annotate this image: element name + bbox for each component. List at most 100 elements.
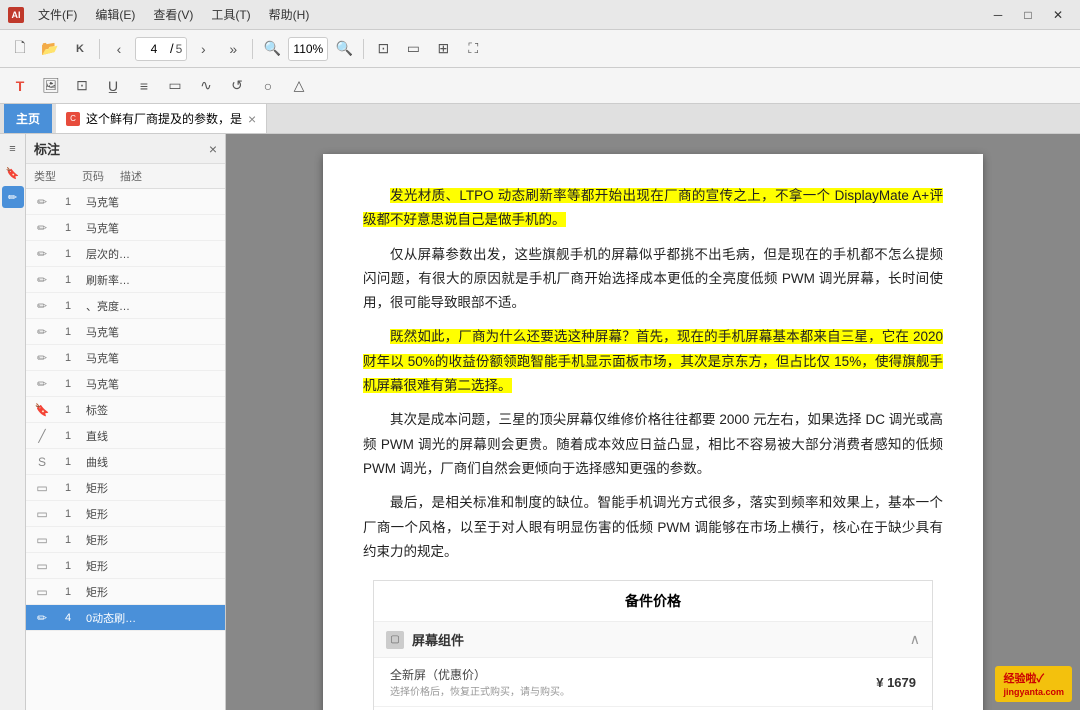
menu-item[interactable]: 文件(F) (30, 4, 85, 25)
curve-tool-button[interactable]: ∿ (192, 72, 220, 100)
annotation-type-icon: ✏ (34, 324, 50, 340)
main-layout: ≡ 🔖 ✏ 标注 × 类型 页码 描述 ✏1马克笔✏1马克笔✏1层次的…✏1刷新… (0, 134, 1080, 710)
minimize-button[interactable]: ─ (984, 3, 1012, 27)
watermark-text: 经验啦✓ (1003, 673, 1044, 685)
menu-item[interactable]: 工具(T) (203, 4, 258, 25)
page-separator: / (170, 41, 174, 56)
annotation-type-icon: ▭ (34, 584, 50, 600)
annotation-list-item[interactable]: ✏ 1 层次的… (26, 241, 225, 267)
highlight1: 发光材质、LTPO 动态刷新率等都开始出现在厂商的宣传之上，不拿一个 Displ… (363, 188, 943, 227)
annotation-desc: 刷新率… (86, 272, 217, 288)
circle-tool-button[interactable]: ○ (254, 72, 282, 100)
annotation-type-icon: ▭ (34, 558, 50, 574)
shortcut-k[interactable]: K (66, 35, 94, 63)
content-area[interactable]: 发光材质、LTPO 动态刷新率等都开始出现在厂商的宣传之上，不拿一个 Displ… (226, 134, 1080, 710)
underline-tool-button[interactable]: U̲ (99, 72, 127, 100)
annotation-desc: 马克笔 (86, 350, 217, 366)
page-input[interactable] (140, 42, 168, 56)
para3: 既然如此，厂商为什么还要选这种屏幕？首先，现在的手机屏幕基本都来自三星，它在 2… (363, 325, 943, 398)
bookmark-button[interactable]: 🔖 (2, 162, 24, 184)
open-button[interactable]: 📂 (36, 35, 64, 63)
fullscreen-button[interactable]: ⛶ (459, 35, 487, 63)
page-total: 5 (176, 42, 183, 56)
annotation-list-item[interactable]: ▭1矩形 (26, 501, 225, 527)
para5: 最后，是相关标准和制度的缺位。智能手机调光方式很多，落实到频率和效果上，基本一个… (363, 491, 943, 564)
annotation-desc: 直线 (86, 428, 217, 444)
annotation-page: 1 (58, 352, 78, 364)
zoom-in-button[interactable]: 🔍 (330, 35, 358, 63)
annotation-page: 1 (58, 222, 78, 234)
annotation-desc: 矩形 (86, 558, 217, 574)
annotation-type-icon: 🔖 (34, 402, 50, 418)
annotation-page: 1 (58, 456, 78, 468)
box-section: ▢ 屏幕组件 ∧ (374, 622, 932, 658)
tab-home[interactable]: 主页 (4, 104, 52, 133)
zoom-out-button[interactable]: 🔍 (258, 35, 286, 63)
annotation-page: 4 (58, 612, 78, 624)
watermark: 经验啦✓ jingyanta.com (995, 666, 1072, 702)
zoom-input[interactable] (288, 37, 328, 61)
collapse-icon[interactable]: ∧ (910, 631, 920, 648)
annotation-list-item[interactable]: ✏1马克笔 (26, 345, 225, 371)
annotation-type-icon: ✏ (34, 194, 50, 210)
annotation-list-item[interactable]: ✏1刷新率… (26, 267, 225, 293)
para1: 发光材质、LTPO 动态刷新率等都开始出现在厂商的宣传之上，不拿一个 Displ… (363, 184, 943, 233)
format-tool-button[interactable]: ≡ (130, 72, 158, 100)
tab-document[interactable]: C 这个鲜有厂商提及的参数，是 × (56, 104, 267, 133)
annotation-list-item[interactable]: S1曲线 (26, 449, 225, 475)
annotation-list-item[interactable]: ▭1矩形 (26, 553, 225, 579)
maximize-button[interactable]: □ (1014, 3, 1042, 27)
pdf-page: 发光材质、LTPO 动态刷新率等都开始出现在厂商的宣传之上，不拿一个 Displ… (323, 154, 983, 710)
annotation-type-icon: ✏ (34, 246, 50, 262)
rotate-tool-button[interactable]: ↺ (223, 72, 251, 100)
annotation-desc: 、亮度… (86, 298, 217, 314)
annotation-list-item[interactable]: 🔖1标签 (26, 397, 225, 423)
annotation-list-item[interactable]: ✏40动态刷… (26, 605, 225, 631)
annotation-list-item[interactable]: ▭1矩形 (26, 579, 225, 605)
item1-price: ¥ 1679 (876, 675, 916, 690)
app-icon: AI (8, 7, 24, 23)
toc-button[interactable]: ≡ (2, 138, 24, 160)
nav-last-button[interactable]: » (219, 35, 247, 63)
annotation-list-item[interactable]: ✏1、亮度… (26, 293, 225, 319)
annotation-page: 1 (58, 196, 78, 208)
left-icon-strip: ≡ 🔖 ✏ (0, 134, 26, 710)
annotation-list-item[interactable]: ▭1矩形 (26, 527, 225, 553)
col-type: 类型 (34, 168, 74, 184)
rect-tool-button[interactable]: ▭ (161, 72, 189, 100)
annotation-list-item[interactable]: ✏1马克笔 (26, 319, 225, 345)
tab-close-button[interactable]: × (248, 111, 256, 127)
price-row-1: 全新屏（优惠价） 选择价格后，恢复正式购买，请与购买。 ¥ 1679 (374, 658, 932, 707)
sidebar-close-button[interactable]: × (209, 141, 217, 157)
annotation-list-item[interactable]: ✏1马克笔 (26, 215, 225, 241)
crop-tool-button[interactable]: ⊡ (68, 72, 96, 100)
col-page: 页码 (82, 168, 112, 184)
annotation-list-item[interactable]: ╱1直线 (26, 423, 225, 449)
close-button[interactable]: ✕ (1044, 3, 1072, 27)
fit-width-button[interactable]: ▭ (399, 35, 427, 63)
nav-next-button[interactable]: › (189, 35, 217, 63)
new-button[interactable]: 🗋 (6, 35, 34, 63)
annotation-type-icon: ▭ (34, 532, 50, 548)
annotation-list-item[interactable]: ✏1马克笔 (26, 189, 225, 215)
tabbar: 主页 C 这个鲜有厂商提及的参数，是 × (0, 104, 1080, 134)
text-tool-button[interactable]: T (6, 72, 34, 100)
annotation-type-icon: S (34, 454, 50, 470)
menu-item[interactable]: 编辑(E) (87, 4, 143, 25)
annotation-page: 1 (58, 248, 78, 260)
menu-item[interactable]: 帮助(H) (261, 4, 318, 25)
view-mode-button[interactable]: ⊞ (429, 35, 457, 63)
highlight2: 既然如此，厂商为什么还要选这种屏幕？首先，现在的手机屏幕基本都来自三星，它在 2… (363, 329, 943, 393)
shape-tool-button[interactable]: △ (285, 72, 313, 100)
menu-item[interactable]: 查看(V) (145, 4, 201, 25)
annotation-desc: 马克笔 (86, 376, 217, 392)
annotation-page: 1 (58, 534, 78, 546)
para2: 仅从屏幕参数出发，这些旗舰手机的屏幕似乎都挑不出毛病，但是现在的手机都不怎么提频… (363, 243, 943, 316)
image-tool-button[interactable]: 🖼 (37, 72, 65, 100)
annotation-button[interactable]: ✏ (2, 186, 24, 208)
nav-prev-button[interactable]: ‹ (105, 35, 133, 63)
annotation-list-item[interactable]: ▭1矩形 (26, 475, 225, 501)
fit-page-button[interactable]: ⊡ (369, 35, 397, 63)
annotation-list-item[interactable]: ✏1马克笔 (26, 371, 225, 397)
annotation-desc: 层次的… (86, 246, 217, 262)
